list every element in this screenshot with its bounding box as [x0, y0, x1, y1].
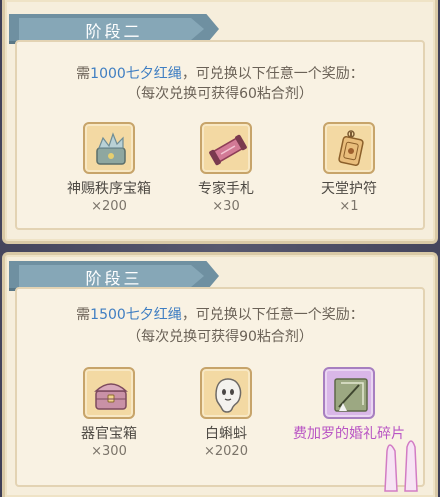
- reward-name: 天堂护符: [321, 181, 377, 197]
- reward-quantity: ×300: [91, 444, 127, 459]
- stage-panel-2: 阶段二 需1000七夕红绳，可兑换以下任意一个奖励： （每次兑换可获得60粘合剂…: [2, 0, 438, 244]
- amulet-icon[interactable]: [323, 122, 375, 174]
- bonus-note: （每次兑换可获得90粘合剂）: [127, 329, 313, 345]
- required-item: 1000七夕红绳: [90, 66, 182, 82]
- bunny-ears-decoration: [384, 440, 418, 492]
- requirement-text: 需1500七夕红绳，可兑换以下任意一个奖励：: [76, 307, 364, 323]
- reward-item[interactable]: 专家手札 ×30: [166, 122, 286, 214]
- bonus-note: （每次兑换可获得60粘合剂）: [127, 86, 313, 102]
- reward-name: 白蝌蚪: [205, 426, 247, 442]
- reward-card: 需1000七夕红绳，可兑换以下任意一个奖励： （每次兑换可获得60粘合剂） 神赐…: [15, 40, 425, 230]
- wedding-fragment-icon[interactable]: [323, 367, 375, 419]
- stage-panel-3: 阶段三 需1500七夕红绳，可兑换以下任意一个奖励： （每次兑换可获得90粘合剂…: [2, 252, 438, 497]
- crystal-chest-icon[interactable]: [83, 122, 135, 174]
- reward-quantity: ×30: [212, 199, 240, 214]
- reward-quantity: ×2020: [204, 444, 248, 459]
- reward-quantity: ×200: [91, 199, 127, 214]
- reward-card: 需1500七夕红绳，可兑换以下任意一个奖励： （每次兑换可获得90粘合剂） 器官…: [15, 287, 425, 487]
- scroll-icon[interactable]: [200, 122, 252, 174]
- reward-item[interactable]: 神赐秩序宝箱 ×200: [49, 122, 169, 214]
- stage-title: 阶段二: [85, 22, 143, 41]
- reward-item[interactable]: 白蝌蚪 ×2020: [166, 367, 286, 459]
- requirement-text: 需1000七夕红绳，可兑换以下任意一个奖励：: [76, 66, 364, 82]
- reward-name: 神赐秩序宝箱: [67, 181, 151, 197]
- organ-chest-icon[interactable]: [83, 367, 135, 419]
- stage-title: 阶段三: [85, 269, 143, 288]
- reward-item[interactable]: 器官宝箱 ×300: [49, 367, 169, 459]
- reward-name: 器官宝箱: [81, 426, 137, 442]
- reward-item[interactable]: 天堂护符 ×1: [289, 122, 409, 214]
- reward-quantity: ×1: [339, 199, 359, 214]
- white-tadpole-icon[interactable]: [200, 367, 252, 419]
- required-item: 1500七夕红绳: [90, 307, 182, 323]
- reward-name: 专家手札: [198, 181, 254, 197]
